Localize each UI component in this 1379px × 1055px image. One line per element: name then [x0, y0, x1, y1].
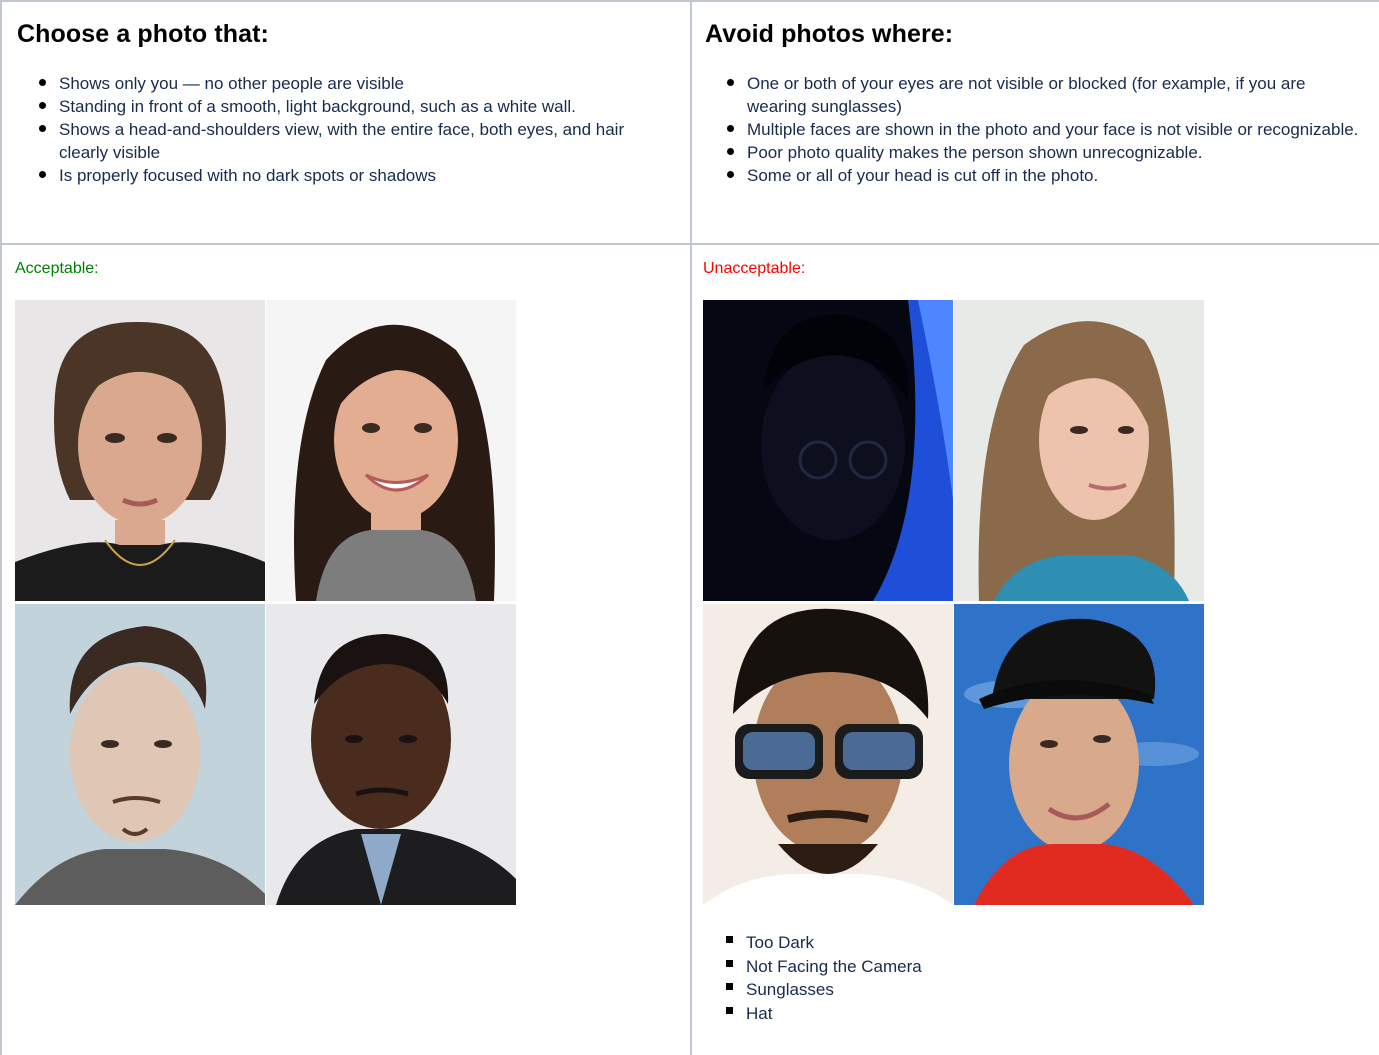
list-item: Hat	[703, 1002, 922, 1026]
list-item: Multiple faces are shown in the photo an…	[705, 118, 1365, 141]
choose-list: Shows only you — no other people are vis…	[17, 72, 677, 187]
list-item: Shows only you — no other people are vis…	[17, 72, 677, 95]
list-item: Is properly focused with no dark spots o…	[17, 164, 677, 187]
list-item: One or both of your eyes are not visible…	[705, 72, 1365, 118]
unacceptable-photo-grid	[703, 300, 1205, 905]
acceptable-photo-grid	[15, 300, 517, 905]
list-item: Some or all of your head is cut off in t…	[705, 164, 1365, 187]
not-facing-camera-photo	[954, 300, 1204, 601]
woman-brown-hair-neutral-photo	[15, 300, 265, 601]
list-item: Poor photo quality makes the person show…	[705, 141, 1365, 164]
unacceptable-reasons-list: Too Dark Not Facing the Camera Sunglasse…	[703, 931, 922, 1025]
list-item: Shows a head-and-shoulders view, with th…	[17, 118, 677, 164]
acceptable-cell: Acceptable:	[4, 245, 690, 1055]
list-item: Standing in front of a smooth, light bac…	[17, 95, 677, 118]
avoid-heading: Avoid photos where:	[705, 20, 954, 48]
hat-photo	[954, 604, 1204, 905]
unacceptable-cell: Unacceptable: Too Dark Not Facing the Ca…	[692, 245, 1379, 1055]
list-item: Sunglasses	[703, 978, 922, 1002]
woman-long-hair-smiling-photo	[266, 300, 516, 601]
choose-heading: Choose a photo that:	[17, 20, 269, 48]
list-item: Too Dark	[703, 931, 922, 955]
acceptable-label: Acceptable:	[15, 260, 99, 277]
avoid-cell: Avoid photos where: One or both of your …	[692, 4, 1379, 243]
list-item: Not Facing the Camera	[703, 955, 922, 979]
sunglasses-photo	[703, 604, 953, 905]
man-dark-suit-photo	[266, 604, 516, 905]
photo-guidelines-table: Choose a photo that: Shows only you — no…	[0, 0, 1379, 1055]
choose-cell: Choose a photo that: Shows only you — no…	[4, 4, 690, 243]
man-styled-hair-photo	[15, 604, 265, 905]
unacceptable-label: Unacceptable:	[703, 260, 806, 277]
too-dark-photo	[703, 300, 953, 601]
avoid-list: One or both of your eyes are not visible…	[705, 72, 1365, 187]
